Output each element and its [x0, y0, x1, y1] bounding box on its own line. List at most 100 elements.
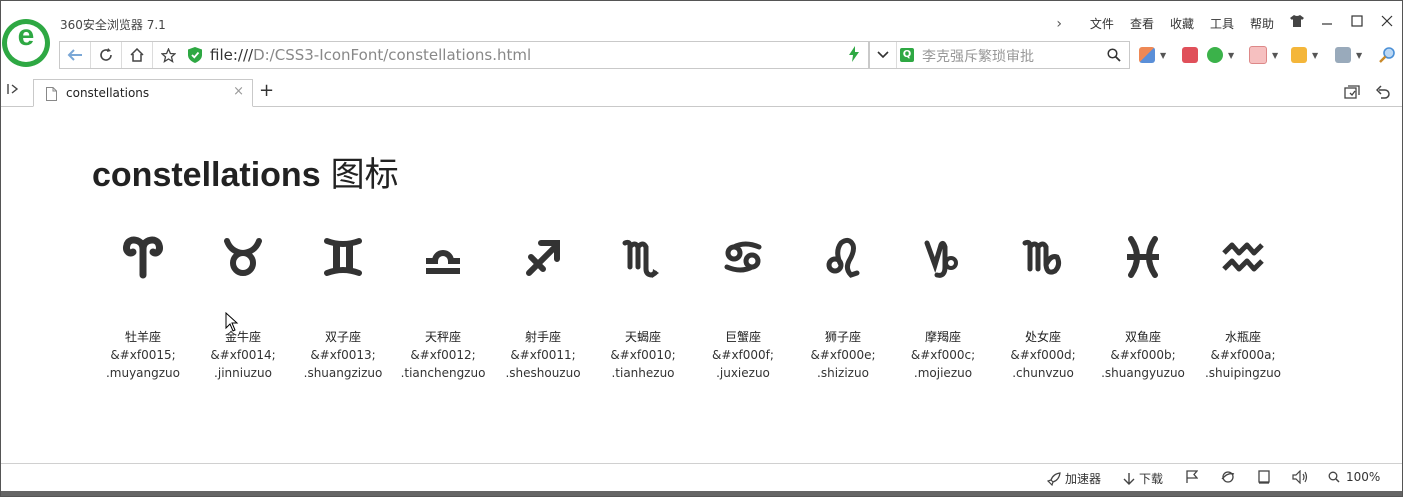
extension-apps[interactable]: ▼ — [1139, 45, 1166, 65]
accelerator-button[interactable]: 加速器 — [1047, 470, 1101, 487]
libra-icon — [426, 250, 460, 274]
minimize-button[interactable] — [1312, 9, 1342, 33]
icon-code: &#xf0014; — [210, 348, 276, 362]
virgo-icon — [1022, 239, 1062, 275]
icon-item-taurus: 金牛座 &#xf0014; .jinniuzuo — [193, 235, 293, 382]
home-button[interactable] — [122, 42, 153, 68]
window-icon — [1258, 470, 1270, 484]
search-dropdown-button[interactable] — [870, 42, 897, 68]
page-icon — [46, 87, 57, 101]
cancer-icon — [724, 241, 762, 273]
gemini-icon — [324, 238, 362, 276]
skin-shirt-icon[interactable] — [1282, 9, 1312, 33]
favorite-star-button[interactable] — [153, 42, 183, 68]
icon-class: .shizizuo — [817, 366, 869, 380]
zoom-button[interactable]: 100% — [1328, 470, 1380, 484]
icon-code: &#xf000e; — [810, 348, 876, 362]
download-icon — [1123, 472, 1135, 485]
font-icon — [1249, 46, 1267, 64]
lightning-icon[interactable] — [848, 46, 860, 62]
sagittarius-icon — [526, 240, 560, 276]
browser-window: 360安全浏览器 7.1 › 文件 查看 收藏 工具 帮助 e file:///… — [0, 0, 1403, 497]
tab-constellations[interactable]: constellations × — [33, 79, 253, 107]
dropdown-arrow-icon: ▼ — [1356, 50, 1363, 60]
icon-class: .shuipingzuo — [1204, 366, 1282, 380]
icon-name: 射手座 — [524, 330, 561, 344]
search-engine-icon[interactable]: Q — [900, 48, 914, 62]
icon-item-libra: 天秤座 &#xf0012; .tianchengzuo — [393, 235, 493, 382]
extension-games[interactable]: ▼ — [1291, 45, 1318, 65]
icon-class: .muyangzuo — [105, 366, 181, 380]
browser-logo[interactable]: e — [2, 19, 50, 67]
icon-item-leo: 狮子座 &#xf000e; .shizizuo — [793, 235, 893, 382]
new-tab-button[interactable]: + — [259, 82, 274, 100]
icon-name: 天秤座 — [424, 330, 461, 344]
search-box[interactable]: Q 李克强斥繁琐审批 — [869, 41, 1130, 69]
icon-code: &#xf000a; — [1210, 348, 1276, 362]
undo-close-icon[interactable] — [1376, 85, 1390, 99]
zoom-icon — [1328, 471, 1340, 483]
icon-code: &#xf0012; — [410, 348, 476, 362]
flag-button[interactable] — [1186, 470, 1198, 484]
payment-shield-icon — [1207, 47, 1223, 63]
window-controls — [1282, 9, 1402, 33]
security-shield-icon[interactable] — [188, 47, 202, 63]
page-title: constellations 图标 — [92, 147, 399, 196]
refresh-button[interactable] — [91, 42, 122, 68]
extension-payment[interactable]: ▼ — [1207, 45, 1234, 65]
search-icon[interactable] — [1107, 48, 1121, 62]
menu-item-help[interactable]: 帮助 — [1250, 15, 1274, 32]
window-mode-button[interactable] — [1257, 470, 1271, 484]
status-bar: 加速器 下载 100% — [1, 463, 1402, 492]
menu-item-view[interactable]: 查看 — [1130, 15, 1154, 32]
leo-icon — [826, 237, 860, 278]
icon-code: &#xf0015; — [110, 348, 176, 362]
search-input[interactable]: 李克强斥繁琐审批 — [922, 46, 1034, 66]
apps-grid-icon — [1139, 47, 1155, 63]
icon-name: 摩羯座 — [924, 330, 961, 344]
icon-item-pisces: 双鱼座 &#xf000b; .shuangyuzuo — [1093, 235, 1193, 382]
maximize-button[interactable] — [1342, 9, 1372, 33]
dropdown-arrow-icon: ▼ — [1272, 50, 1279, 60]
rocket-icon — [1047, 471, 1061, 486]
ie-icon — [1221, 471, 1235, 483]
menu-item-file[interactable]: 文件 — [1090, 15, 1114, 32]
extension-screenshot[interactable]: ▼ — [1335, 45, 1362, 65]
menu-item-tools[interactable]: 工具 — [1210, 15, 1234, 32]
download-label: 下载 — [1139, 472, 1164, 486]
restore-tabs-icon[interactable] — [1344, 85, 1360, 99]
menu-item-favorites[interactable]: 收藏 — [1170, 15, 1194, 32]
icon-name: 天蝎座 — [624, 330, 661, 344]
chevron-right-icon[interactable]: › — [1056, 16, 1062, 32]
icon-item-virgo: 处女座 &#xf000d; .chunvzuo — [993, 235, 1093, 382]
icon-class: .tianhezuo — [611, 366, 675, 380]
icon-item-scorpio: 天蝎座 &#xf0010; .tianhezuo — [593, 235, 693, 382]
extension-font[interactable]: ▼ — [1249, 45, 1278, 65]
icon-code: &#xf0013; — [310, 348, 376, 362]
url-text[interactable]: file:///D:/CSS3-IconFont/constellations.… — [210, 46, 531, 64]
tab-bar-tools — [1328, 85, 1390, 99]
url-scheme: file:/// — [210, 46, 254, 64]
page-content: constellations 图标 牡羊座 &#xf0015; .muyangzu… — [1, 107, 1402, 463]
zoom-level: 100% — [1346, 470, 1381, 484]
dropdown-arrow-icon: ▼ — [1312, 50, 1319, 60]
extension-translate[interactable] — [1182, 45, 1198, 65]
sidebar-toggle-icon[interactable] — [7, 83, 19, 95]
close-tab-icon[interactable]: × — [233, 84, 244, 99]
download-button[interactable]: 下载 — [1123, 470, 1163, 487]
icon-name: 处女座 — [1024, 330, 1061, 344]
address-bar[interactable]: file:///D:/CSS3-IconFont/constellations.… — [59, 41, 869, 69]
extension-search[interactable] — [1378, 45, 1396, 65]
ie-mode-button[interactable] — [1221, 470, 1235, 484]
back-button[interactable] — [60, 42, 91, 68]
icon-code: &#xf000f; — [712, 348, 774, 362]
icon-class: .sheshouzuo — [505, 366, 581, 380]
url-path: D:/CSS3-IconFont/constellations.html — [253, 46, 532, 64]
games-icon — [1291, 47, 1307, 63]
title-bar: 360安全浏览器 7.1 › 文件 查看 收藏 工具 帮助 — [1, 1, 1402, 37]
icon-name: 狮子座 — [824, 330, 861, 344]
close-window-button[interactable] — [1372, 9, 1402, 33]
volume-button[interactable] — [1292, 470, 1308, 484]
translate-icon — [1182, 47, 1198, 63]
icon-code: &#xf000c; — [910, 348, 976, 362]
